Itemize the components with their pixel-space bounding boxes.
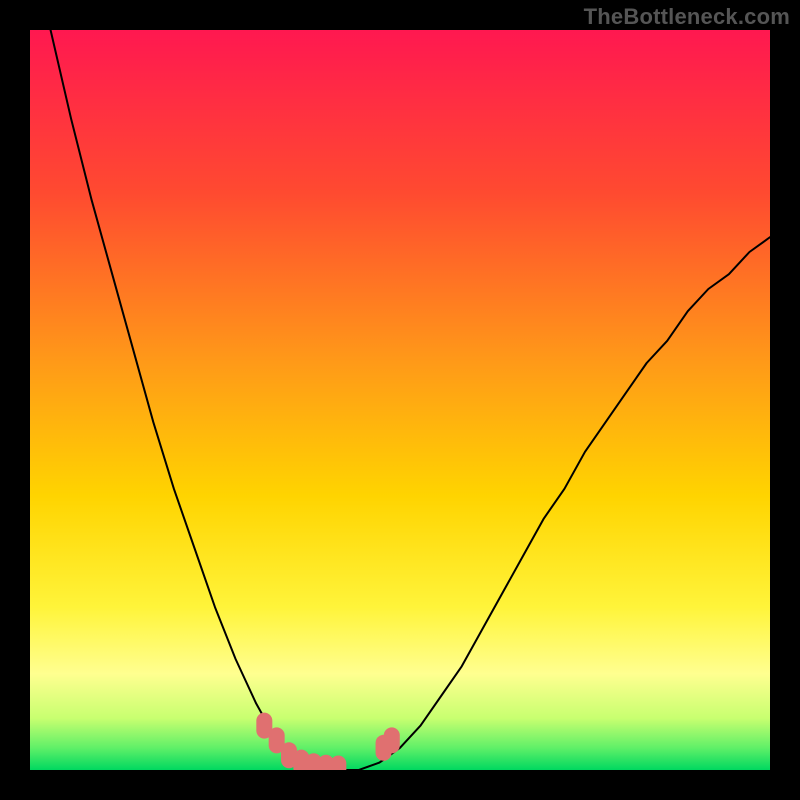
plot-area [30, 30, 770, 770]
gradient-background [30, 30, 770, 770]
highlight-marker [384, 727, 400, 753]
chart-svg [30, 30, 770, 770]
chart-stage: TheBottleneck.com [0, 0, 800, 800]
watermark-text: TheBottleneck.com [584, 4, 790, 30]
